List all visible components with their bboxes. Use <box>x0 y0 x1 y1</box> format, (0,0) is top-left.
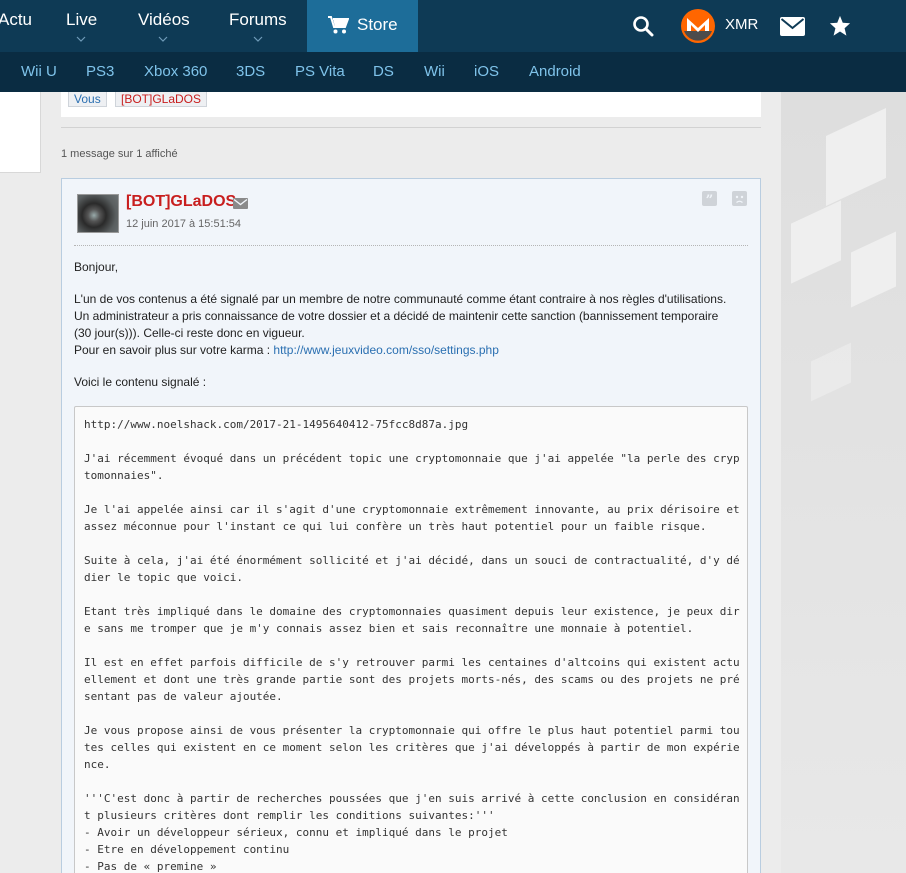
karma-link[interactable]: http://www.jeuxvideo.com/sso/settings.ph… <box>273 343 498 357</box>
code-line: - Avoir un développeur sérieux, connu et… <box>84 826 508 839</box>
code-line: Suite à cela, j'ai été énormément sollic… <box>84 554 740 567</box>
nav-item-label: Vidéos <box>138 10 190 29</box>
message-date: 12 juin 2017 à 15:51:54 <box>126 218 241 230</box>
notice-paragraph: L'un de vos contenus a été signalé par u… <box>74 291 754 359</box>
monero-logo[interactable] <box>681 9 715 43</box>
quote-icon[interactable]: ” <box>702 191 717 211</box>
code-line: J'ai récemment évoqué dans un précédent … <box>84 452 740 465</box>
platform-link[interactable]: iOS <box>474 63 499 80</box>
mail-icon[interactable] <box>780 17 805 41</box>
code-line: dier le topic que voici. <box>84 571 243 584</box>
search-icon[interactable] <box>632 15 654 42</box>
chevron-down-icon <box>158 36 168 42</box>
star-icon[interactable] <box>829 15 851 42</box>
platform-bar: Wii U PS3 Xbox 360 3DS PS Vita DS Wii iO… <box>0 52 906 92</box>
code-line: Je vous propose ainsi de vous présenter … <box>84 724 740 737</box>
platform-link[interactable]: 3DS <box>236 63 265 80</box>
code-line: '''C'est donc à partir de recherches pou… <box>84 792 740 805</box>
private-message-icon[interactable] <box>233 196 248 214</box>
code-line: Etant très impliqué dans le domaine des … <box>84 605 740 618</box>
alert-icon[interactable] <box>732 191 747 211</box>
participant-tag[interactable]: [BOT]GLaDOS <box>115 92 208 107</box>
nav-item-label: Live <box>66 10 98 29</box>
code-line: tomonnaies". <box>84 469 164 482</box>
platform-link[interactable]: Xbox 360 <box>144 63 207 80</box>
code-line: Je l'ai appelée ainsi car il s'agit d'un… <box>84 503 740 516</box>
greeting: Bonjour, <box>74 260 119 274</box>
code-line: Il est en effet parfois difficile de s'y… <box>84 656 740 669</box>
svg-text:”: ” <box>706 193 713 206</box>
participants-box: Vous [BOT]GLaDOS <box>61 92 761 117</box>
participant-tag[interactable]: Vous <box>68 92 107 107</box>
code-line: t plusieurs critères dont remplir les co… <box>84 809 495 822</box>
notice-line: Pour en savoir plus sur votre karma : <box>74 343 274 357</box>
top-nav: Actu Live Vidéos Forums Store XMR <box>0 0 906 52</box>
cart-icon <box>327 15 350 40</box>
reported-content-box: http://www.noelshack.com/2017-21-1495640… <box>74 406 748 873</box>
platform-link[interactable]: Wii U <box>21 63 57 80</box>
message-body: Bonjour, L'un de vos contenus a été sign… <box>74 259 754 406</box>
platform-link[interactable]: PS3 <box>86 63 114 80</box>
platform-link[interactable]: DS <box>373 63 394 80</box>
author-name[interactable]: [BOT]GLaDOS <box>126 193 236 211</box>
code-line: - Etre en développement continu <box>84 843 290 856</box>
message-count: 1 message sur 1 affiché <box>61 148 178 160</box>
code-line: - Pas de « premine » <box>84 860 217 873</box>
platform-link[interactable]: Android <box>529 63 581 80</box>
nav-item-label: Store <box>357 15 398 34</box>
platform-link[interactable]: PS Vita <box>295 63 345 80</box>
currency-label[interactable]: XMR <box>725 16 758 33</box>
chevron-down-icon <box>76 36 86 42</box>
message-card: [BOT]GLaDOS 12 juin 2017 à 15:51:54 ” Bo… <box>61 178 761 873</box>
reported-intro: Voici le contenu signalé : <box>74 375 207 389</box>
code-line: ellement et dont une très grande partie … <box>84 673 740 686</box>
code-line: nce. <box>84 758 111 771</box>
background-decoration <box>781 92 906 873</box>
notice-line: L'un de vos contenus a été signalé par u… <box>74 292 727 306</box>
code-line: assez méconnue pour l'instant ce qui lui… <box>84 520 707 533</box>
divider <box>61 127 761 128</box>
notice-line: Un administrateur a pris connaissance de… <box>74 309 719 323</box>
platform-link[interactable]: Wii <box>424 63 445 80</box>
code-line: tes celles qui existent en ce moment sel… <box>84 741 740 754</box>
avatar[interactable] <box>77 194 119 233</box>
chevron-down-icon <box>253 36 263 42</box>
code-line: sentant pas de valeur ajoutée. <box>84 690 283 703</box>
nav-item-store[interactable]: Store <box>307 0 418 52</box>
notice-line: (30 jour(s))). Celle-ci reste donc en vi… <box>74 326 305 340</box>
code-line: http://www.noelshack.com/2017-21-1495640… <box>84 418 469 431</box>
nav-item-label: Actu <box>0 10 33 29</box>
divider <box>74 245 748 246</box>
nav-item-label: Forums <box>229 10 287 29</box>
code-line: e sans me tromper que je m'y connais ass… <box>84 622 694 635</box>
left-panel <box>0 92 41 173</box>
